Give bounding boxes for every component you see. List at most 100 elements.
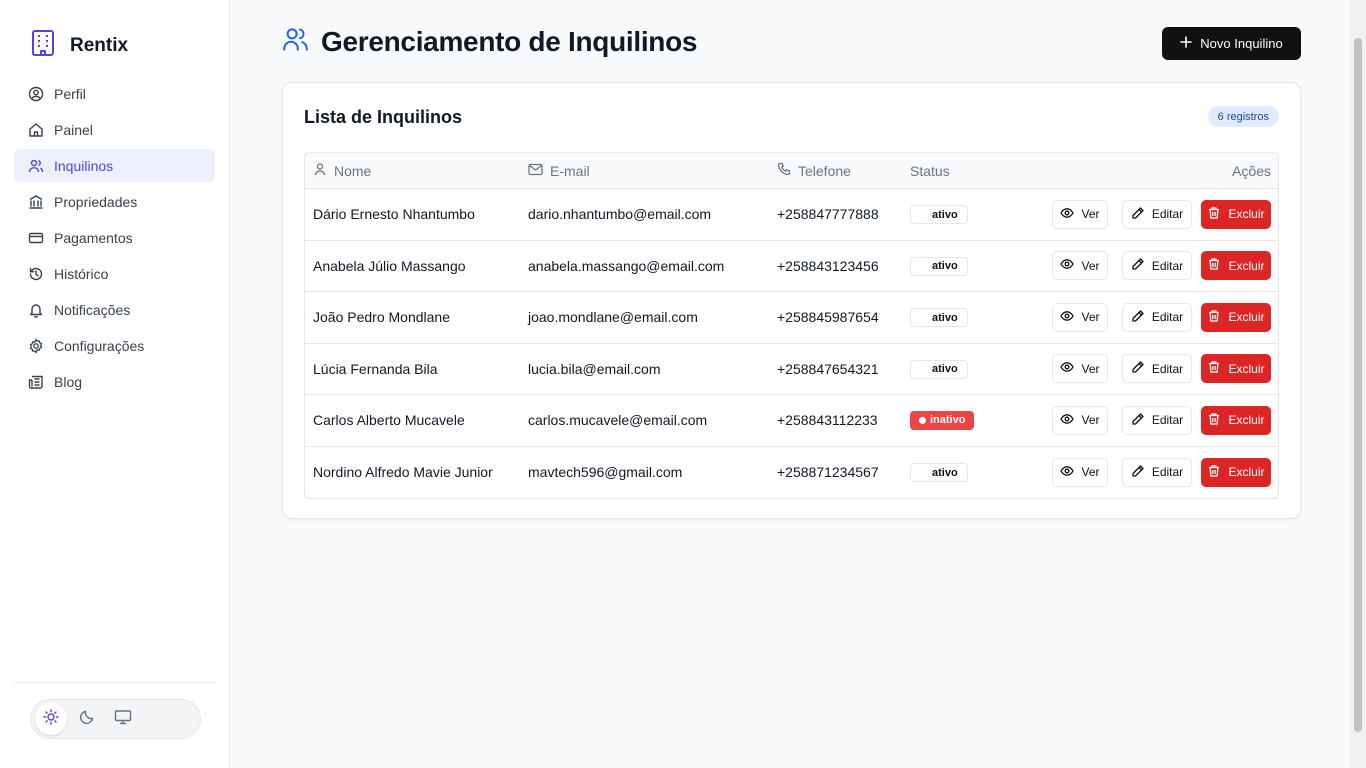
edit-button[interactable]: Editar	[1122, 405, 1192, 435]
edit-button-label: Editar	[1151, 361, 1184, 376]
delete-button[interactable]: Excluir	[1201, 405, 1271, 435]
view-button[interactable]: Ver	[1052, 199, 1108, 229]
table-row[interactable]: Nordino Alfredo Mavie Junior mavtech596@…	[305, 447, 1278, 499]
sidebar-nav: Perfil Painel Inquilinos Propriedades Pa…	[14, 77, 215, 401]
table-row[interactable]: Dário Ernesto Nhantumbo dario.nhantumbo@…	[305, 189, 1278, 241]
home-icon	[28, 122, 44, 138]
sidebar-item-painel[interactable]: Painel	[14, 113, 215, 146]
column-header-name[interactable]: Nome	[305, 162, 528, 179]
delete-button[interactable]: Excluir	[1201, 302, 1271, 332]
status-cell: inativo	[910, 410, 1030, 430]
tenant-email: carlos.mucavele@email.com	[528, 412, 708, 429]
sidebar-item-notificacoes[interactable]: Notificações	[14, 293, 215, 326]
status-dot-icon	[919, 416, 926, 424]
sidebar-item-label: Configurações	[54, 337, 145, 354]
edit-button[interactable]: Editar	[1122, 199, 1192, 229]
table-row[interactable]: Anabela Júlio Massango anabela.massango@…	[305, 241, 1278, 292]
view-button[interactable]: Ver	[1052, 354, 1108, 384]
view-button[interactable]: Ver	[1052, 457, 1108, 487]
table-row[interactable]: Lúcia Fernanda Bila lucia.bila@email.com…	[305, 344, 1278, 395]
tenant-phone: +258843112233	[777, 412, 878, 429]
view-button[interactable]: Ver	[1052, 251, 1108, 281]
pencil-icon	[1131, 412, 1145, 429]
sidebar-item-label: Propriedades	[54, 193, 138, 210]
table-row[interactable]: João Pedro Mondlane joao.mondlane@email.…	[305, 292, 1278, 344]
view-button-label: Ver	[1081, 258, 1100, 273]
edit-button-label: Editar	[1151, 465, 1184, 480]
theme-light-button[interactable]	[35, 703, 67, 735]
sidebar-item-propriedades[interactable]: Propriedades	[14, 185, 215, 218]
delete-button[interactable]: Excluir	[1201, 251, 1271, 281]
record-count-badge: 6 registros	[1207, 106, 1279, 127]
tenant-name: Anabela Júlio Massango	[313, 257, 466, 274]
phone-icon	[777, 162, 791, 179]
status-badge: ativo	[910, 256, 968, 276]
sidebar-item-historico[interactable]: Histórico	[14, 257, 215, 290]
status-badge: ativo	[910, 308, 968, 327]
eye-icon	[1060, 360, 1075, 377]
sidebar-item-inquilinos[interactable]: Inquilinos	[14, 149, 215, 182]
user-circle-icon	[28, 86, 44, 102]
trash-icon	[1207, 257, 1221, 274]
row-actions: Ver Editar Excluir	[1030, 354, 1278, 384]
status-label: inativo	[930, 414, 966, 427]
moon-icon	[79, 709, 95, 730]
delete-button[interactable]: Excluir	[1201, 354, 1271, 384]
edit-button[interactable]: Editar	[1122, 354, 1192, 384]
scrollbar-thumb[interactable]	[1354, 38, 1362, 732]
delete-button-label: Excluir	[1228, 258, 1265, 273]
new-tenant-button[interactable]: Novo Inquilino	[1162, 27, 1301, 60]
gear-icon	[28, 337, 44, 354]
page-scrollbar[interactable]	[1350, 0, 1366, 768]
pencil-icon	[1131, 360, 1145, 377]
status-badge: inativo	[910, 410, 975, 430]
column-header-phone[interactable]: Telefone	[777, 162, 910, 179]
app-name: Rentix	[70, 34, 129, 56]
delete-button[interactable]: Excluir	[1201, 199, 1271, 229]
sun-icon	[43, 708, 59, 730]
card-title: Lista de Inquilinos	[304, 107, 463, 127]
brand[interactable]: Rentix	[30, 29, 128, 62]
tenant-phone: +258845987654	[777, 309, 879, 326]
delete-button-label: Excluir	[1228, 465, 1265, 480]
sidebar-item-configuracoes[interactable]: Configurações	[14, 329, 215, 362]
table-body: Dário Ernesto Nhantumbo dario.nhantumbo@…	[305, 189, 1278, 498]
row-actions: Ver Editar Excluir	[1030, 457, 1278, 487]
tenant-email: dario.nhantumbo@email.com	[528, 206, 712, 223]
view-button[interactable]: Ver	[1052, 302, 1108, 332]
theme-dark-button[interactable]	[71, 703, 103, 735]
status-badge: ativo	[910, 205, 968, 224]
view-button[interactable]: Ver	[1052, 405, 1108, 435]
delete-button-label: Excluir	[1228, 207, 1265, 222]
tenant-email: lucia.bila@email.com	[528, 360, 661, 377]
edit-button-label: Editar	[1151, 413, 1184, 428]
users-icon	[282, 26, 309, 58]
eye-icon	[1060, 464, 1075, 481]
sidebar-item-label: Inquilinos	[54, 157, 114, 174]
column-header-status[interactable]: Status	[910, 163, 1030, 179]
theme-system-button[interactable]	[107, 703, 139, 735]
building-icon	[28, 194, 44, 210]
sidebar-item-label: Perfil	[54, 85, 86, 102]
status-badge: ativo	[910, 359, 968, 379]
delete-button[interactable]: Excluir	[1201, 457, 1271, 487]
tenant-name: Carlos Alberto Mucavele	[313, 412, 465, 429]
pencil-icon	[1131, 309, 1145, 326]
main-content: Gerenciamento de Inquilinos Novo Inquili…	[230, 0, 1350, 768]
status-cell: ativo	[910, 463, 1030, 482]
edit-button[interactable]: Editar	[1122, 302, 1192, 332]
sidebar-item-pagamentos[interactable]: Pagamentos	[14, 221, 215, 254]
edit-button[interactable]: Editar	[1122, 251, 1192, 281]
sidebar-item-blog[interactable]: Blog	[14, 365, 215, 398]
newspaper-icon	[28, 374, 44, 390]
sidebar-item-label: Blog	[54, 373, 83, 390]
table-row[interactable]: Carlos Alberto Mucavele carlos.mucavele@…	[305, 395, 1278, 447]
tenant-name: Dário Ernesto Nhantumbo	[313, 206, 475, 223]
edit-button[interactable]: Editar	[1122, 457, 1192, 487]
sidebar-item-perfil[interactable]: Perfil	[14, 77, 215, 110]
credit-card-icon	[28, 230, 44, 246]
tenant-name: João Pedro Mondlane	[313, 309, 450, 326]
column-header-email[interactable]: E-mail	[528, 163, 777, 179]
sidebar-divider	[14, 682, 215, 683]
tenant-email: mavtech596@gmail.com	[528, 464, 683, 481]
